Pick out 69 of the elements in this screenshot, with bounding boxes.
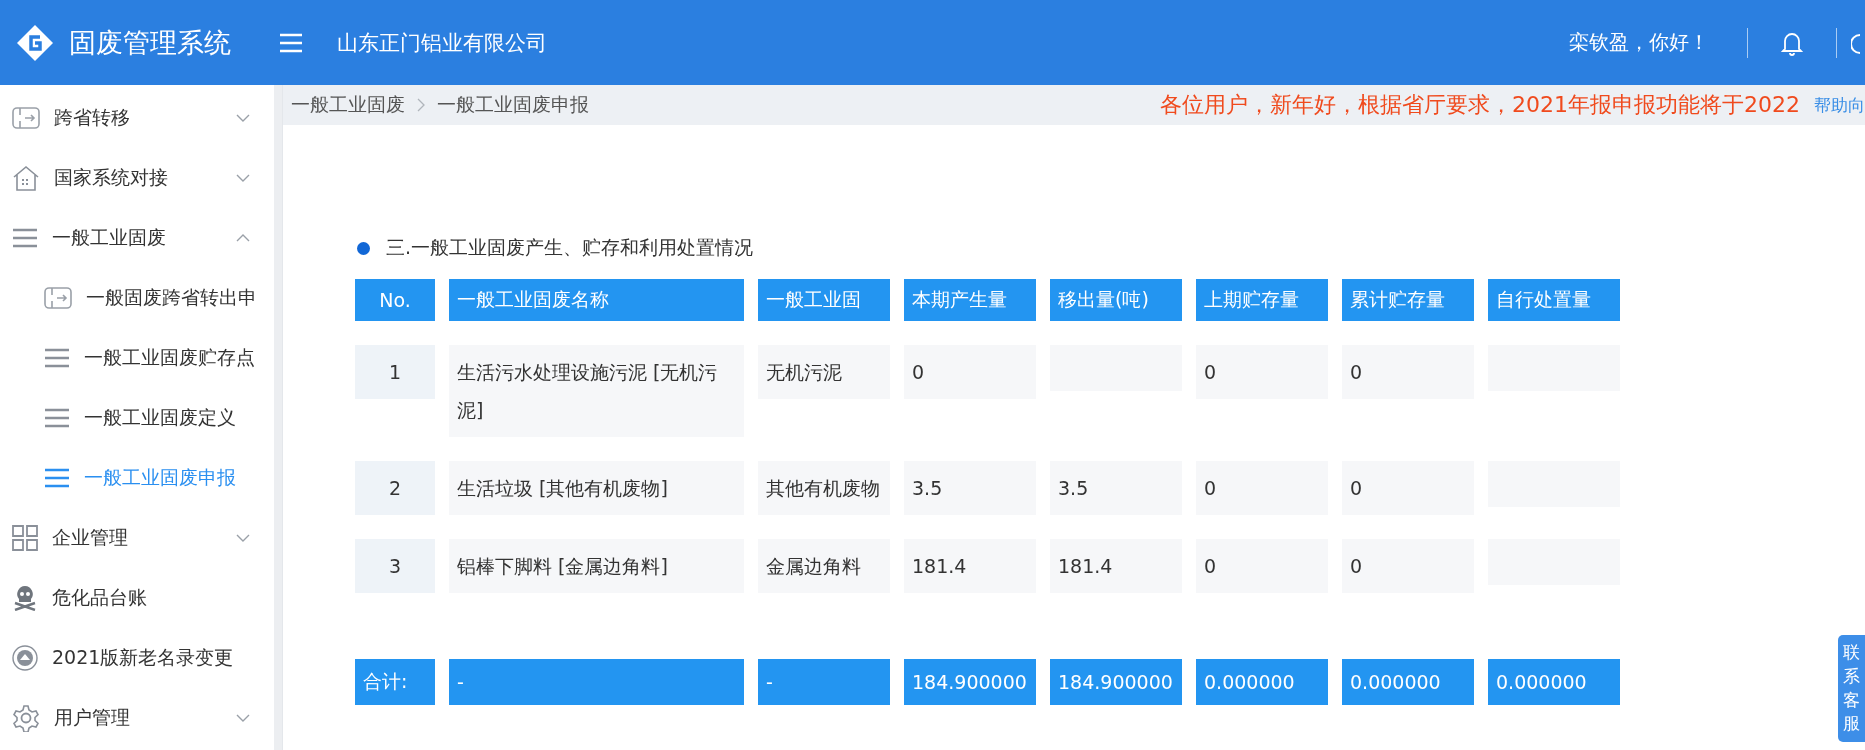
column-header: 累计贮存量: [1342, 279, 1474, 321]
column-header: No.: [355, 279, 435, 321]
column-header: 移出量(吨): [1050, 279, 1182, 321]
column-header: 自行处置量: [1488, 279, 1620, 321]
total-cell: 合计:: [355, 659, 435, 705]
column-header: 一般工业固废名称: [449, 279, 744, 321]
column-header: 一般工业固: [758, 279, 890, 321]
app-title: 固废管理系统: [69, 25, 231, 60]
total-cell: 184.900000: [1050, 659, 1182, 705]
table-cell: 181.4: [904, 539, 1036, 593]
sidebar-item[interactable]: 国家系统对接: [0, 148, 274, 208]
section-title: 三.一般工业固废产生、贮存和利用处置情况: [386, 235, 754, 260]
column-header: 上期贮存量: [1196, 279, 1328, 321]
chevron-right-icon: [417, 98, 425, 112]
sidebar-item[interactable]: 危化品台账: [0, 568, 274, 628]
sidebar-subitem[interactable]: 一般工业固废贮存点: [0, 328, 274, 388]
table-cell: 0: [1342, 539, 1474, 593]
house-icon: [12, 164, 40, 192]
sidebar-item[interactable]: 用户管理: [0, 688, 274, 748]
notice-text: 各位用户，新年好，根据省厅要求，2021年报申报功能将于2022: [1160, 91, 1800, 119]
breadcrumb-item[interactable]: 一般工业固废申报: [437, 92, 589, 118]
emblem-icon: [12, 645, 38, 671]
table-cell: 金属边角料: [758, 539, 890, 593]
exit-icon: [12, 106, 40, 130]
table-cell: 其他有机废物: [758, 461, 890, 515]
table-cell: 1: [355, 345, 435, 399]
company-name: 山东正门铝业有限公司: [337, 29, 547, 57]
gear-icon: [12, 704, 40, 732]
user-greeting[interactable]: 栾钦盈，你好！: [1569, 29, 1709, 56]
sidebar-item[interactable]: 企业管理: [0, 508, 274, 568]
column-header: 本期产生量: [904, 279, 1036, 321]
sidebar-item[interactable]: 跨省转移: [0, 88, 274, 148]
list-icon: [44, 407, 70, 429]
menu-icon[interactable]: [279, 32, 303, 53]
table-cell: 0: [1196, 345, 1328, 399]
table-cell: 0: [904, 345, 1036, 399]
list-icon: [44, 347, 70, 369]
table-cell: 3: [355, 539, 435, 593]
list-icon: [12, 227, 38, 249]
logo-icon: [15, 22, 55, 63]
table-cell: 铝棒下脚料 [金属边角料]: [449, 539, 744, 593]
table-cell: 无机污泥: [758, 345, 890, 399]
total-cell: -: [758, 659, 890, 705]
table-cell: 3.5: [1050, 461, 1182, 515]
table-cell: 0: [1342, 461, 1474, 515]
skull-icon: [12, 585, 38, 611]
scrollbar[interactable]: [274, 85, 282, 750]
list-icon: [44, 467, 70, 489]
total-cell: 0.000000: [1488, 659, 1620, 705]
sidebar-subitem[interactable]: 一般固废跨省转出申: [0, 268, 274, 328]
table-cell: 181.4: [1050, 539, 1182, 593]
table-cell: 2: [355, 461, 435, 515]
total-cell: 0.000000: [1342, 659, 1474, 705]
sidebar-item[interactable]: 一般工业固废: [0, 208, 274, 268]
total-cell: -: [449, 659, 744, 705]
grid-icon: [12, 525, 38, 551]
table-cell: 3.5: [904, 461, 1036, 515]
breadcrumb-item[interactable]: 一般工业固废: [291, 92, 405, 118]
table-cell: 0: [1342, 345, 1474, 399]
table-cell: 生活垃圾 [其他有机废物]: [449, 461, 744, 515]
table-cell: 0: [1196, 461, 1328, 515]
sidebar-item[interactable]: 2021版新老名录变更: [0, 628, 274, 688]
exit-icon: [44, 286, 72, 310]
total-cell: 184.900000: [904, 659, 1036, 705]
bullet-icon: [357, 241, 370, 255]
table-cell: 生活污水处理设施污泥 [无机污泥]: [449, 345, 744, 437]
sidebar-subitem[interactable]: 一般工业固废定义: [0, 388, 274, 448]
total-cell: 0.000000: [1196, 659, 1328, 705]
table-cell: 0: [1196, 539, 1328, 593]
